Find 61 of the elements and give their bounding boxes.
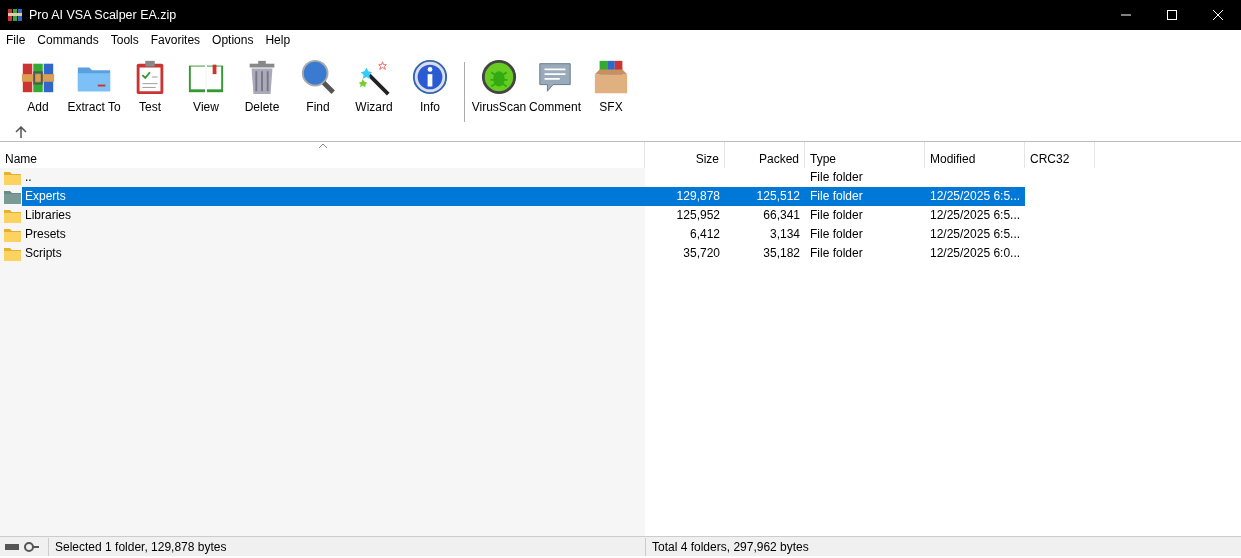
info-icon	[411, 58, 449, 96]
table-cell-text: File folder	[809, 207, 864, 224]
menu-item[interactable]: Tools	[104, 30, 145, 50]
status-text: Total 4 folders, 297,962 bytes	[645, 537, 809, 556]
toolbar-button[interactable]: Test	[122, 58, 178, 116]
up-arrow-icon[interactable]	[15, 126, 27, 139]
magnifier-icon	[299, 58, 337, 96]
table-cell: File folder	[805, 187, 925, 206]
folder-icon	[4, 208, 21, 223]
toolbar-button[interactable]: Info	[402, 58, 458, 116]
file-name[interactable]: Experts	[22, 187, 645, 206]
column-header[interactable]: Modified	[925, 142, 1025, 168]
column-header[interactable]: Type	[805, 142, 925, 168]
bug-icon	[480, 58, 518, 96]
toolbar-button[interactable]: Comment	[527, 58, 583, 116]
table-cell: 129,878	[645, 187, 725, 206]
toolbar-button[interactable]: SFX	[583, 58, 639, 116]
table-cell-text: 35,720	[682, 245, 721, 262]
toolbar-button[interactable]: Add	[10, 58, 66, 116]
folder-icon	[4, 227, 21, 242]
folder-icon	[4, 189, 21, 204]
menu-item[interactable]: File	[0, 30, 32, 50]
box-icon	[592, 58, 630, 96]
status-text: Selected 1 folder, 129,878 bytes	[48, 537, 645, 556]
column-header[interactable]: Size	[645, 142, 725, 168]
table-cell-text: 3,134	[768, 226, 801, 243]
folder-icon	[4, 246, 21, 261]
maximize-icon[interactable]	[1167, 10, 1177, 20]
table-cell-text: 125,952	[675, 207, 721, 224]
toolbar-button[interactable]: VirusScan	[471, 58, 527, 116]
column-header[interactable]: CRC32	[1025, 142, 1095, 168]
archive-icon	[7, 7, 23, 23]
table-cell-text: 12/25/2025 6:0...	[929, 245, 1022, 262]
toolbar-button[interactable]: Extract To	[66, 58, 122, 116]
drive-key-icon	[4, 540, 40, 553]
table-cell-text: 12/25/2025 6:5...	[929, 226, 1022, 243]
table-cell-text: File folder	[809, 169, 864, 186]
folder-icon	[4, 170, 21, 185]
table-cell-text: 66,341	[762, 207, 801, 224]
file-name[interactable]: Scripts	[22, 244, 645, 263]
table-cell-text: 35,182	[762, 245, 801, 262]
menu-item[interactable]: Options	[206, 30, 260, 50]
menu-item[interactable]: Commands	[31, 30, 105, 50]
column-header[interactable]: Packed	[725, 142, 805, 168]
table-cell-text: 6,412	[688, 226, 721, 243]
window-title: Pro AI VSA Scalper EA.zip	[29, 6, 177, 24]
menu-item[interactable]: Help	[259, 30, 297, 50]
toolbar-button[interactable]: Delete	[234, 58, 290, 116]
file-name[interactable]: Libraries	[22, 206, 645, 225]
table-cell-text: File folder	[809, 245, 864, 262]
table-cell-text: 12/25/2025 6:5...	[929, 207, 1022, 224]
toolbar-button[interactable]: Wizard	[346, 58, 402, 116]
toolbar-button[interactable]: Find	[290, 58, 346, 116]
toolbar-button[interactable]: View	[178, 58, 234, 116]
table-cell: 125,512	[725, 187, 805, 206]
table-cell-text: File folder	[809, 226, 864, 243]
file-name[interactable]: Presets	[22, 225, 645, 244]
menu-item[interactable]: Favorites	[144, 30, 207, 50]
file-name[interactable]: ..	[22, 168, 645, 187]
table-cell: 12/25/2025 6:5...	[925, 187, 1025, 206]
close-icon[interactable]	[1213, 10, 1223, 20]
